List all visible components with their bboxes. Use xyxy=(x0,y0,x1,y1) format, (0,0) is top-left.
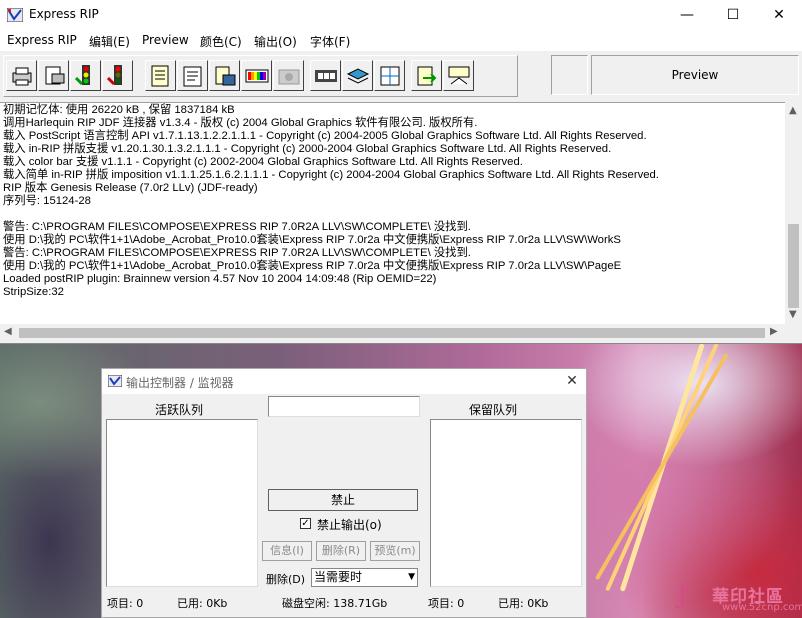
log-line: StripSize:32 xyxy=(3,286,64,298)
preview-button[interactable]: 预览(m) xyxy=(370,541,420,561)
go-icon xyxy=(74,65,90,86)
disk-free-space: 磁盘空闲: 138.71Gb xyxy=(282,597,388,610)
menu-bar: Express RIP 编辑(E) Preview 颜色(C) 输出(O) 字体… xyxy=(0,31,802,51)
menu-edit[interactable]: 编辑(E) xyxy=(89,33,130,50)
menu-express-rip[interactable]: Express RIP xyxy=(7,33,77,47)
minimize-button[interactable]: — xyxy=(664,0,710,31)
film-button[interactable] xyxy=(310,60,341,91)
dialog-close-icon[interactable]: ✕ xyxy=(560,370,584,392)
horizontal-scroll-thumb[interactable] xyxy=(19,328,765,338)
stack-button[interactable] xyxy=(342,60,373,91)
stack-icon xyxy=(346,68,370,84)
dialog-title: 输出控制器 / 监视器 xyxy=(126,376,234,390)
printer-icon xyxy=(12,67,32,86)
scroll-left-icon[interactable]: ◀ xyxy=(4,326,12,337)
log-line: 警告: C:\PROGRAM FILES\COMPOSE\EXPRESS RIP… xyxy=(3,221,471,233)
watermark: ƒ 華印社區 www.52cnp.com xyxy=(678,580,802,616)
main-window: Express RIP — ☐ ✕ Express RIP 编辑(E) Prev… xyxy=(0,0,802,344)
toolbar-spacer xyxy=(551,55,588,95)
film-icon xyxy=(315,70,337,82)
delete-mode-label: 删除(D) xyxy=(266,573,306,586)
scroll-corner xyxy=(785,324,802,341)
scroll-down-icon[interactable]: ▼ xyxy=(789,309,797,320)
log-line: RIP 版本 Genesis Release (7.0r2 LLv) (JDF-… xyxy=(3,182,258,194)
hold-used-size: 已用: 0Kb xyxy=(498,597,549,610)
print-doc-button[interactable] xyxy=(209,60,240,91)
page-setup-icon xyxy=(45,66,65,85)
horizontal-scrollbar[interactable]: ◀ ▶ xyxy=(0,324,785,341)
menu-preview[interactable]: Preview xyxy=(142,33,189,47)
grid-icon xyxy=(380,66,400,86)
output-controller-dialog: 输出控制器 / 监视器 ✕ 活跃队列 保留队列 禁止 ✓ 禁止输出(o) 信息(… xyxy=(101,368,587,618)
document-button[interactable] xyxy=(145,60,176,91)
chevron-down-icon[interactable]: ▼ xyxy=(408,569,415,586)
log-line: 使用 D:\我的 PC\软件1+1\Adobe_Acrobat_Pro10.0套… xyxy=(3,260,622,272)
watermark-url: www.52cnp.com xyxy=(722,602,802,613)
log-line: 使用 D:\我的 PC\软件1+1\Adobe_Acrobat_Pro10.0套… xyxy=(3,234,621,246)
stem-3 xyxy=(595,353,729,581)
status-field[interactable] xyxy=(268,396,420,417)
window-title: Express RIP xyxy=(29,7,99,21)
active-queue-label: 活跃队列 xyxy=(155,403,204,417)
title-bar[interactable]: Express RIP — ☐ ✕ xyxy=(0,0,802,31)
log-line: 序列号: 15124-28 xyxy=(3,195,91,207)
color-bars-button[interactable] xyxy=(241,60,272,91)
app-icon xyxy=(7,8,23,22)
log-output[interactable]: 初期记忆体: 使用 26220 kB , 保留 1837184 kB 调用Har… xyxy=(0,102,785,325)
stop-icon xyxy=(106,65,122,86)
dialog-app-icon xyxy=(108,375,122,387)
maximize-button[interactable]: ☐ xyxy=(710,0,756,31)
export-button[interactable] xyxy=(411,60,442,91)
scroll-right-icon[interactable]: ▶ xyxy=(770,326,778,337)
printer-button[interactable] xyxy=(6,60,37,91)
menu-color[interactable]: 颜色(C) xyxy=(200,33,242,50)
stop-button[interactable] xyxy=(102,60,133,91)
delete-mode-select[interactable]: 当需要时 ▼ xyxy=(311,568,418,587)
log-line: 载入 color bar 支援 v1.1.1 - Copyright (c) 2… xyxy=(3,156,523,168)
log-line: 警告: C:\PROGRAM FILES\COMPOSE\EXPRESS RIP… xyxy=(3,247,471,259)
active-queue-list[interactable] xyxy=(106,419,258,587)
camera-button[interactable] xyxy=(273,60,304,91)
export-icon xyxy=(417,66,437,86)
active-used-size: 已用: 0Kb xyxy=(177,597,228,610)
delete-mode-value: 当需要时 xyxy=(314,570,363,584)
print-doc-icon xyxy=(215,66,236,86)
log-line: 载入简单 in-RIP 拼版 imposition v1.1.1.25.1.6.… xyxy=(3,169,659,181)
disable-output-label[interactable]: 禁止输出(o) xyxy=(317,516,382,533)
menu-font[interactable]: 字体(F) xyxy=(310,33,350,50)
disable-output-checkbox[interactable]: ✓ xyxy=(300,518,311,529)
watermark-logo: ƒ xyxy=(678,580,688,610)
hold-queue-list[interactable] xyxy=(430,419,582,587)
toolbar: Preview xyxy=(0,51,802,101)
vertical-scrollbar[interactable]: ▲ ▼ xyxy=(785,102,802,324)
delete-button[interactable]: 删除(R) xyxy=(316,541,366,561)
log-line: 载入 PostScript 语言控制 API v1.7.1.13.1.2.2.1… xyxy=(3,130,647,142)
notes-button[interactable] xyxy=(177,60,208,91)
close-button[interactable]: ✕ xyxy=(756,0,802,31)
preview-panel[interactable]: Preview xyxy=(591,55,799,95)
vertical-scroll-thumb[interactable] xyxy=(788,224,799,308)
toolbar-group xyxy=(3,55,518,97)
document-icon xyxy=(151,65,169,87)
menu-output[interactable]: 输出(O) xyxy=(254,33,297,50)
log-line: 载入 in-RIP 拼版支援 v1.20.1.30.1.3.2.1.1.1 - … xyxy=(3,143,612,155)
page-setup-button[interactable] xyxy=(38,60,69,91)
log-line: 调用Harlequin RIP JDF 连接器 v1.3.4 - 版权 (c) … xyxy=(3,117,478,129)
hold-queue-label: 保留队列 xyxy=(469,403,518,417)
start-button[interactable] xyxy=(70,60,101,91)
grid-button[interactable] xyxy=(374,60,405,91)
log-line: Loaded postRIP plugin: Brainnew version … xyxy=(3,273,437,285)
output-button[interactable] xyxy=(443,60,474,91)
scroll-up-icon[interactable]: ▲ xyxy=(789,105,797,116)
camera-icon xyxy=(278,69,300,85)
active-items-count: 项目: 0 xyxy=(107,597,144,610)
color-bars-icon xyxy=(245,69,269,83)
disable-button[interactable]: 禁止 xyxy=(268,489,418,511)
dialog-title-bar[interactable]: 输出控制器 / 监视器 ✕ xyxy=(102,369,586,394)
info-button[interactable]: 信息(I) xyxy=(262,541,312,561)
notes-icon xyxy=(183,66,202,87)
output-icon xyxy=(448,66,470,85)
hold-items-count: 项目: 0 xyxy=(428,597,465,610)
log-line: 初期记忆体: 使用 26220 kB , 保留 1837184 kB xyxy=(3,104,235,116)
